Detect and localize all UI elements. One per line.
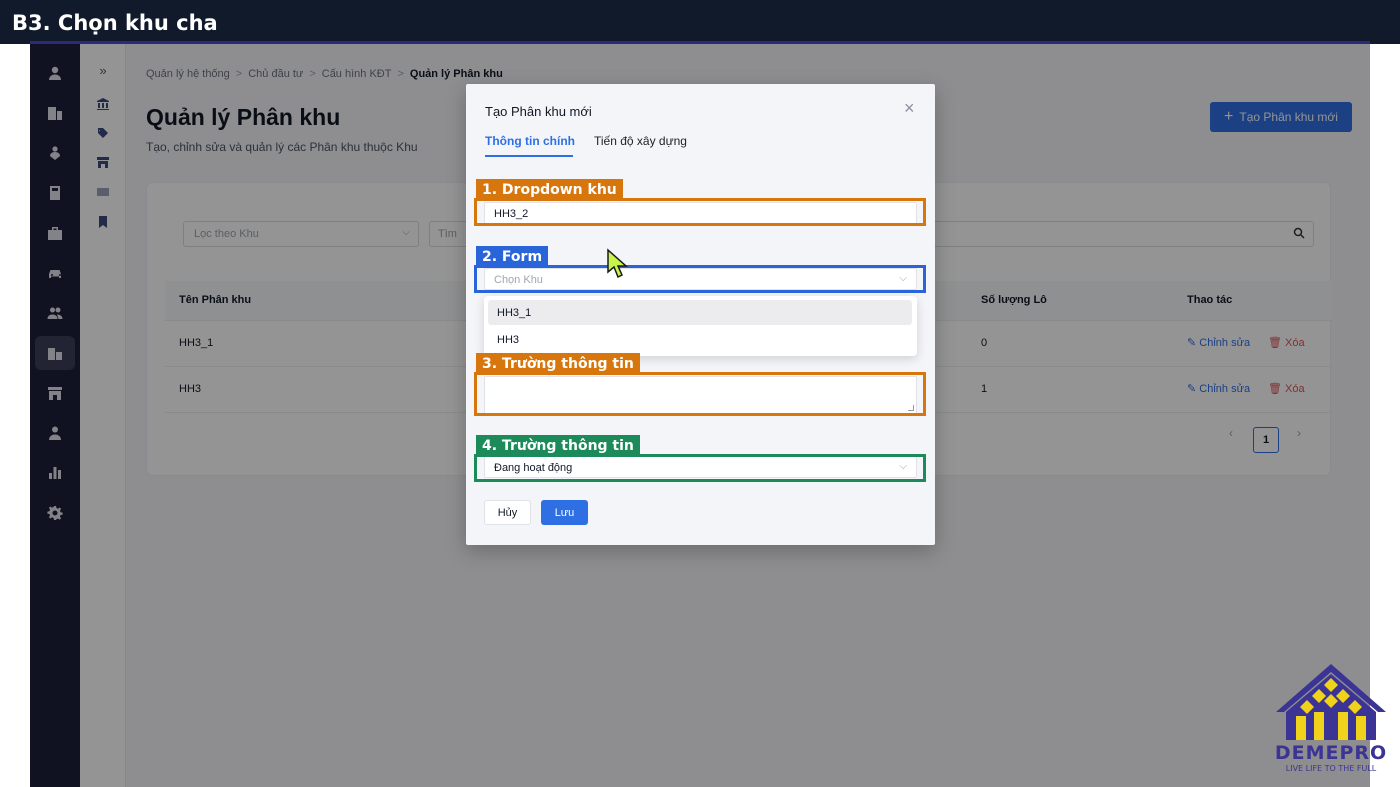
logo-mark [1276,664,1386,740]
tab-construction-progress[interactable]: Tiến độ xây dựng [594,134,687,148]
screen: B3. Chọn khu cha » Quản lý hệ thống > Ch… [0,0,1400,787]
annotation-label-1: 1. Dropdown khu [476,179,623,201]
logo-tagline: LIVE LIFE TO THE FULL [1285,764,1377,773]
dropdown-option[interactable]: HH3_1 [488,300,912,325]
khu-dropdown-menu: HH3_1 HH3 [484,296,917,356]
annotation-label-3: 3. Trường thông tin [476,353,640,375]
annotation-box-1 [474,198,926,226]
banner-title: B3. Chọn khu cha [12,11,218,35]
logo-wordmark: DEMEPRO [1274,742,1388,764]
active-tab-indicator [485,155,573,157]
cancel-button[interactable]: Hủy [484,500,531,525]
annotation-box-3 [474,372,926,416]
annotation-box-2 [474,265,926,293]
dropdown-option[interactable]: HH3 [488,327,912,352]
mouse-pointer-icon [606,248,630,285]
tutorial-banner: B3. Chọn khu cha [0,0,1400,44]
modal-title: Tạo Phân khu mới [485,104,592,119]
annotation-label-2: 2. Form [476,246,549,268]
annotation-label-4: 4. Trường thông tin [476,435,640,457]
save-button[interactable]: Lưu [541,500,588,525]
annotation-box-4 [474,454,926,482]
demepro-logo: DEMEPRO LIVE LIFE TO THE FULL [1274,662,1388,782]
close-icon[interactable]: × [904,98,915,119]
tab-main-info[interactable]: Thông tin chính [485,134,575,148]
